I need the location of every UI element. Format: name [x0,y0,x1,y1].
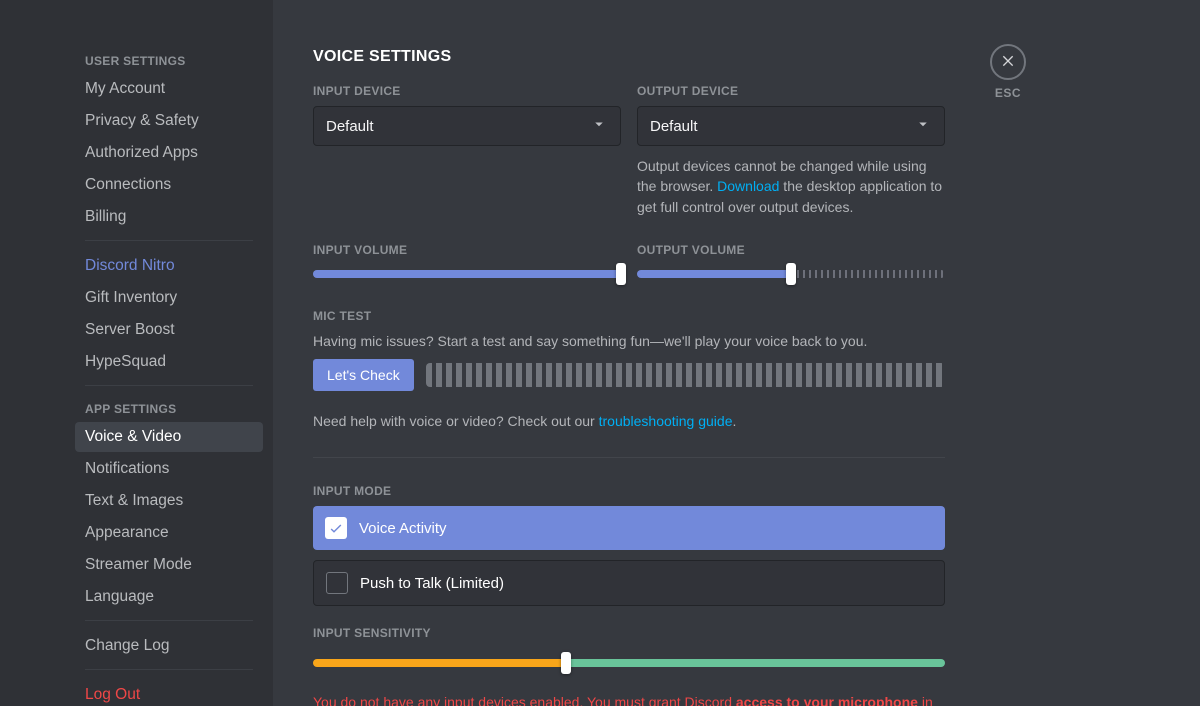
close-icon [1000,52,1016,73]
nav-hypesquad[interactable]: HypeSquad [75,347,263,377]
close-area: ESC [990,44,1026,100]
mic-test-button[interactable]: Let's Check [313,359,414,391]
slider-thumb[interactable] [786,263,796,285]
mic-help: Need help with voice or video? Check out… [313,411,945,431]
section-divider [313,457,945,458]
output-device-hint: Output devices cannot be changed while u… [637,156,945,217]
checkbox-checked-icon [325,517,347,539]
mic-test-label: MIC TEST [313,309,945,323]
slider-thumb[interactable] [616,263,626,285]
troubleshooting-link[interactable]: troubleshooting guide [599,413,733,429]
settings-main: VOICE SETTINGS INPUT DEVICE Default OUTP… [273,0,1200,706]
chevron-down-icon [590,115,608,137]
nav-appearance[interactable]: Appearance [75,518,263,548]
option-label: Voice Activity [359,520,447,537]
nav-notifications[interactable]: Notifications [75,454,263,484]
input-mode-label: INPUT MODE [313,484,945,498]
chevron-down-icon [914,115,932,137]
input-sensitivity-label: INPUT SENSITIVITY [313,626,945,640]
settings-sidebar: USER SETTINGS My Account Privacy & Safet… [0,0,273,706]
nav-my-account[interactable]: My Account [75,74,263,104]
nav-log-out[interactable]: Log Out [75,680,263,706]
sidebar-divider [85,669,253,670]
nav-authorized-apps[interactable]: Authorized Apps [75,138,263,168]
input-device-select[interactable]: Default [313,106,621,146]
nav-privacy-safety[interactable]: Privacy & Safety [75,106,263,136]
output-device-label: OUTPUT DEVICE [637,84,945,98]
option-label: Push to Talk (Limited) [360,575,504,592]
nav-connections[interactable]: Connections [75,170,263,200]
close-button[interactable] [990,44,1026,80]
nav-language[interactable]: Language [75,582,263,612]
checkbox-unchecked-icon [326,572,348,594]
page-title: VOICE SETTINGS [313,48,945,66]
nav-voice-video[interactable]: Voice & Video [75,422,263,452]
nav-change-log[interactable]: Change Log [75,631,263,661]
output-device-value: Default [650,118,698,135]
sidebar-divider [85,620,253,621]
input-mode-push-to-talk[interactable]: Push to Talk (Limited) [313,560,945,606]
input-device-value: Default [326,118,374,135]
sensitivity-warning: You do not have any input devices enable… [313,692,945,706]
mic-level-meter [426,363,945,387]
nav-billing[interactable]: Billing [75,202,263,232]
nav-gift-inventory[interactable]: Gift Inventory [75,283,263,313]
slider-thumb[interactable] [561,652,571,674]
download-link[interactable]: Download [717,178,779,194]
group-header-app-settings: APP SETTINGS [75,396,263,422]
mic-test-desc: Having mic issues? Start a test and say … [313,331,945,351]
output-volume-label: OUTPUT VOLUME [637,243,945,257]
nav-server-boost[interactable]: Server Boost [75,315,263,345]
sidebar-divider [85,240,253,241]
input-device-label: INPUT DEVICE [313,84,621,98]
nav-text-images[interactable]: Text & Images [75,486,263,516]
input-volume-slider[interactable] [313,265,621,283]
input-sensitivity-slider[interactable] [313,654,945,672]
nav-discord-nitro[interactable]: Discord Nitro [75,251,263,281]
output-device-select[interactable]: Default [637,106,945,146]
input-mode-voice-activity[interactable]: Voice Activity [313,506,945,550]
output-volume-slider[interactable] [637,265,945,283]
input-volume-label: INPUT VOLUME [313,243,621,257]
sidebar-divider [85,385,253,386]
close-esc-label: ESC [995,86,1021,100]
nav-streamer-mode[interactable]: Streamer Mode [75,550,263,580]
group-header-user-settings: USER SETTINGS [75,48,263,74]
